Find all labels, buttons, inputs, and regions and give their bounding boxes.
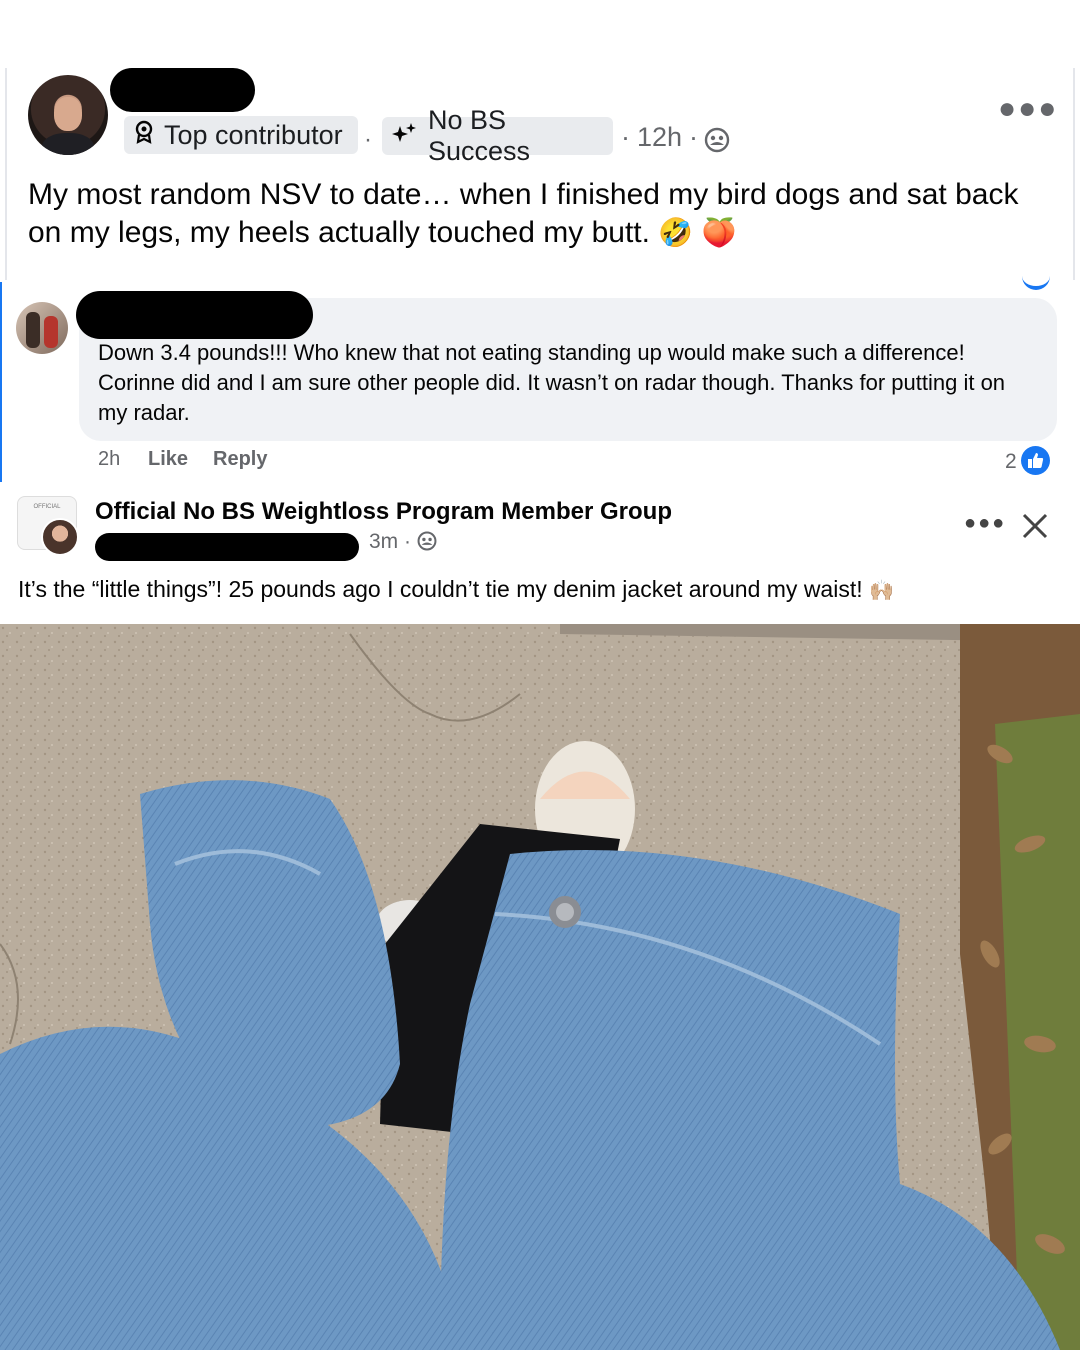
post-photo[interactable]	[0, 624, 1080, 1350]
group-audience-icon	[417, 531, 437, 551]
top-contributor-badge[interactable]: Top contributor	[124, 116, 358, 154]
group-tag-chip[interactable]: No BS Success	[382, 105, 613, 166]
redacted-author-name	[110, 68, 255, 112]
post2-time[interactable]: 3m	[369, 530, 398, 553]
close-icon[interactable]	[1020, 508, 1050, 550]
more-options-icon[interactable]: ●●●	[964, 512, 1006, 535]
separator-dot: ·	[689, 122, 698, 152]
post-body-text: My most random NSV to date… when I finis…	[28, 178, 1019, 249]
comment-thread-line	[0, 282, 2, 482]
group-name-link[interactable]: Official No BS Weightloss Program Member…	[95, 498, 672, 526]
more-options-icon[interactable]: ●●●	[998, 92, 1058, 126]
member-avatar	[41, 518, 79, 556]
rofl-emoji: 🤣	[658, 217, 694, 248]
post2-body-text: It’s the “little things”! 25 pounds ago …	[18, 576, 863, 602]
separator-dot: ·	[364, 126, 372, 153]
group-avatar[interactable]: OFFICIAL	[17, 496, 79, 556]
separator-dot: ·	[621, 122, 630, 152]
group-tag-label: No BS Success	[428, 105, 531, 166]
top-contributor-label: Top contributor	[164, 119, 343, 150]
post2-meta: 3m ·	[369, 530, 437, 554]
scroll-indicator	[1022, 272, 1050, 290]
redacted-commenter-name	[76, 291, 313, 339]
top-contributor-icon	[134, 120, 154, 150]
post-time[interactable]: 12h	[637, 122, 682, 153]
comment-reply-button[interactable]: Reply	[213, 448, 267, 471]
sparkle-icon	[392, 121, 418, 151]
comment-body: Down 3.4 pounds!!! Who knew that not eat…	[98, 340, 1006, 425]
raised-hands-emoji: 🙌🏼	[869, 580, 894, 602]
reaction-count[interactable]: 2	[1005, 450, 1017, 474]
author-avatar[interactable]	[28, 75, 108, 155]
comment-like-button[interactable]: Like	[148, 448, 188, 471]
post2-body: It’s the “little things”! 25 pounds ago …	[18, 574, 1068, 606]
thumbs-up-icon[interactable]	[1021, 446, 1050, 475]
post-body: My most random NSV to date… when I finis…	[28, 176, 1058, 252]
comment-time[interactable]: 2h	[98, 448, 120, 471]
denim-jacket-photo	[0, 624, 1080, 1350]
redacted-member-name	[95, 533, 359, 561]
peach-emoji: 🍑	[701, 217, 737, 248]
separator-dot: ·	[404, 530, 412, 553]
commenter-avatar[interactable]	[16, 302, 68, 354]
group-audience-icon	[704, 127, 730, 158]
